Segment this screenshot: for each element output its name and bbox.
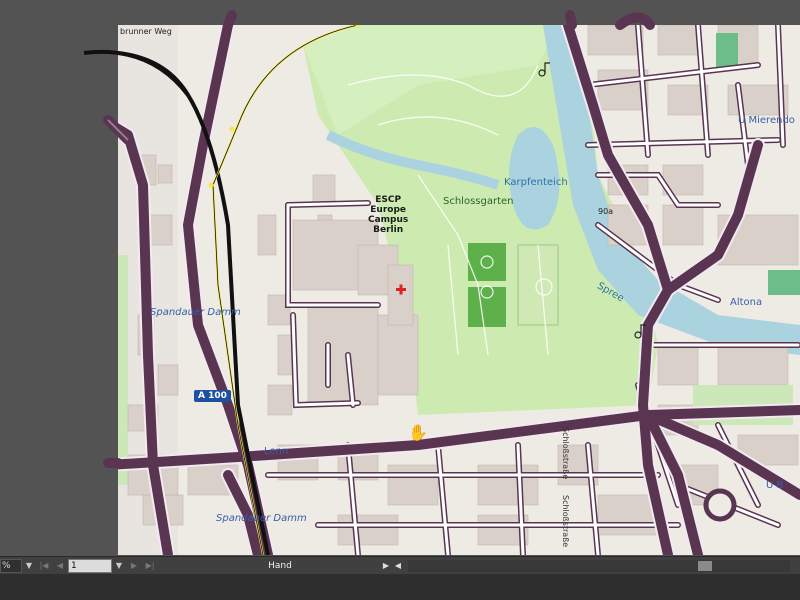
artboard-map[interactable]: brunner Weg Spandauer Damm Spandauer Dam… [118, 25, 800, 555]
label-spandauer-damm-south: Spandauer Damm [216, 513, 307, 524]
scroll-left-icon[interactable]: ◀ [392, 559, 404, 573]
label-lenn: Lenn [264, 446, 289, 457]
status-bar: % ▼ |◀ ◀ 1 ▼ ▶ ▶| Hand ▶ ◀ [0, 556, 800, 574]
hand-icon: ✋ [408, 423, 428, 442]
canvas-area[interactable]: brunner Weg Spandauer Damm Spandauer Dam… [0, 0, 800, 556]
label-u-right: U B [766, 480, 784, 491]
label-mierendorff: U Mierendo [738, 115, 795, 126]
map-image [118, 25, 800, 555]
prev-page-icon[interactable]: ◀ [52, 559, 68, 573]
label-90a: 90a [598, 207, 614, 216]
bottom-panel [0, 574, 800, 600]
label-karpfenteich: Karpfenteich [504, 177, 568, 188]
page-dropdown-icon[interactable]: ▼ [112, 559, 126, 573]
roundabout [703, 488, 737, 522]
horizontal-scrollbar[interactable] [408, 559, 790, 572]
label-street-top: brunner Weg [120, 27, 172, 36]
label-schlossgarten: Schlossgarten [443, 196, 514, 207]
current-tool-label: Hand [268, 560, 292, 571]
zoom-dropdown-icon[interactable]: ▼ [22, 559, 36, 573]
page-field[interactable]: 1 [68, 558, 112, 573]
label-schlossstrasse-1: Schloßstraße [561, 427, 570, 480]
shield-a100: A 100 [194, 390, 231, 402]
label-spandauer-damm-west: Spandauer Damm [150, 307, 241, 318]
next-page-icon[interactable]: ▶ [126, 559, 142, 573]
last-page-icon[interactable]: ▶| [142, 559, 158, 573]
first-page-icon[interactable]: |◀ [36, 559, 52, 573]
label-altonaer: Altona [730, 297, 763, 308]
label-schlossstrasse-2: Schloßstraße [561, 495, 570, 548]
label-escp: ESCP Europe Campus Berlin [368, 195, 409, 235]
zoom-field[interactable]: % [0, 558, 22, 573]
tool-menu-arrow-icon[interactable]: ▶ [380, 559, 392, 573]
scrollbar-thumb[interactable] [698, 560, 712, 571]
